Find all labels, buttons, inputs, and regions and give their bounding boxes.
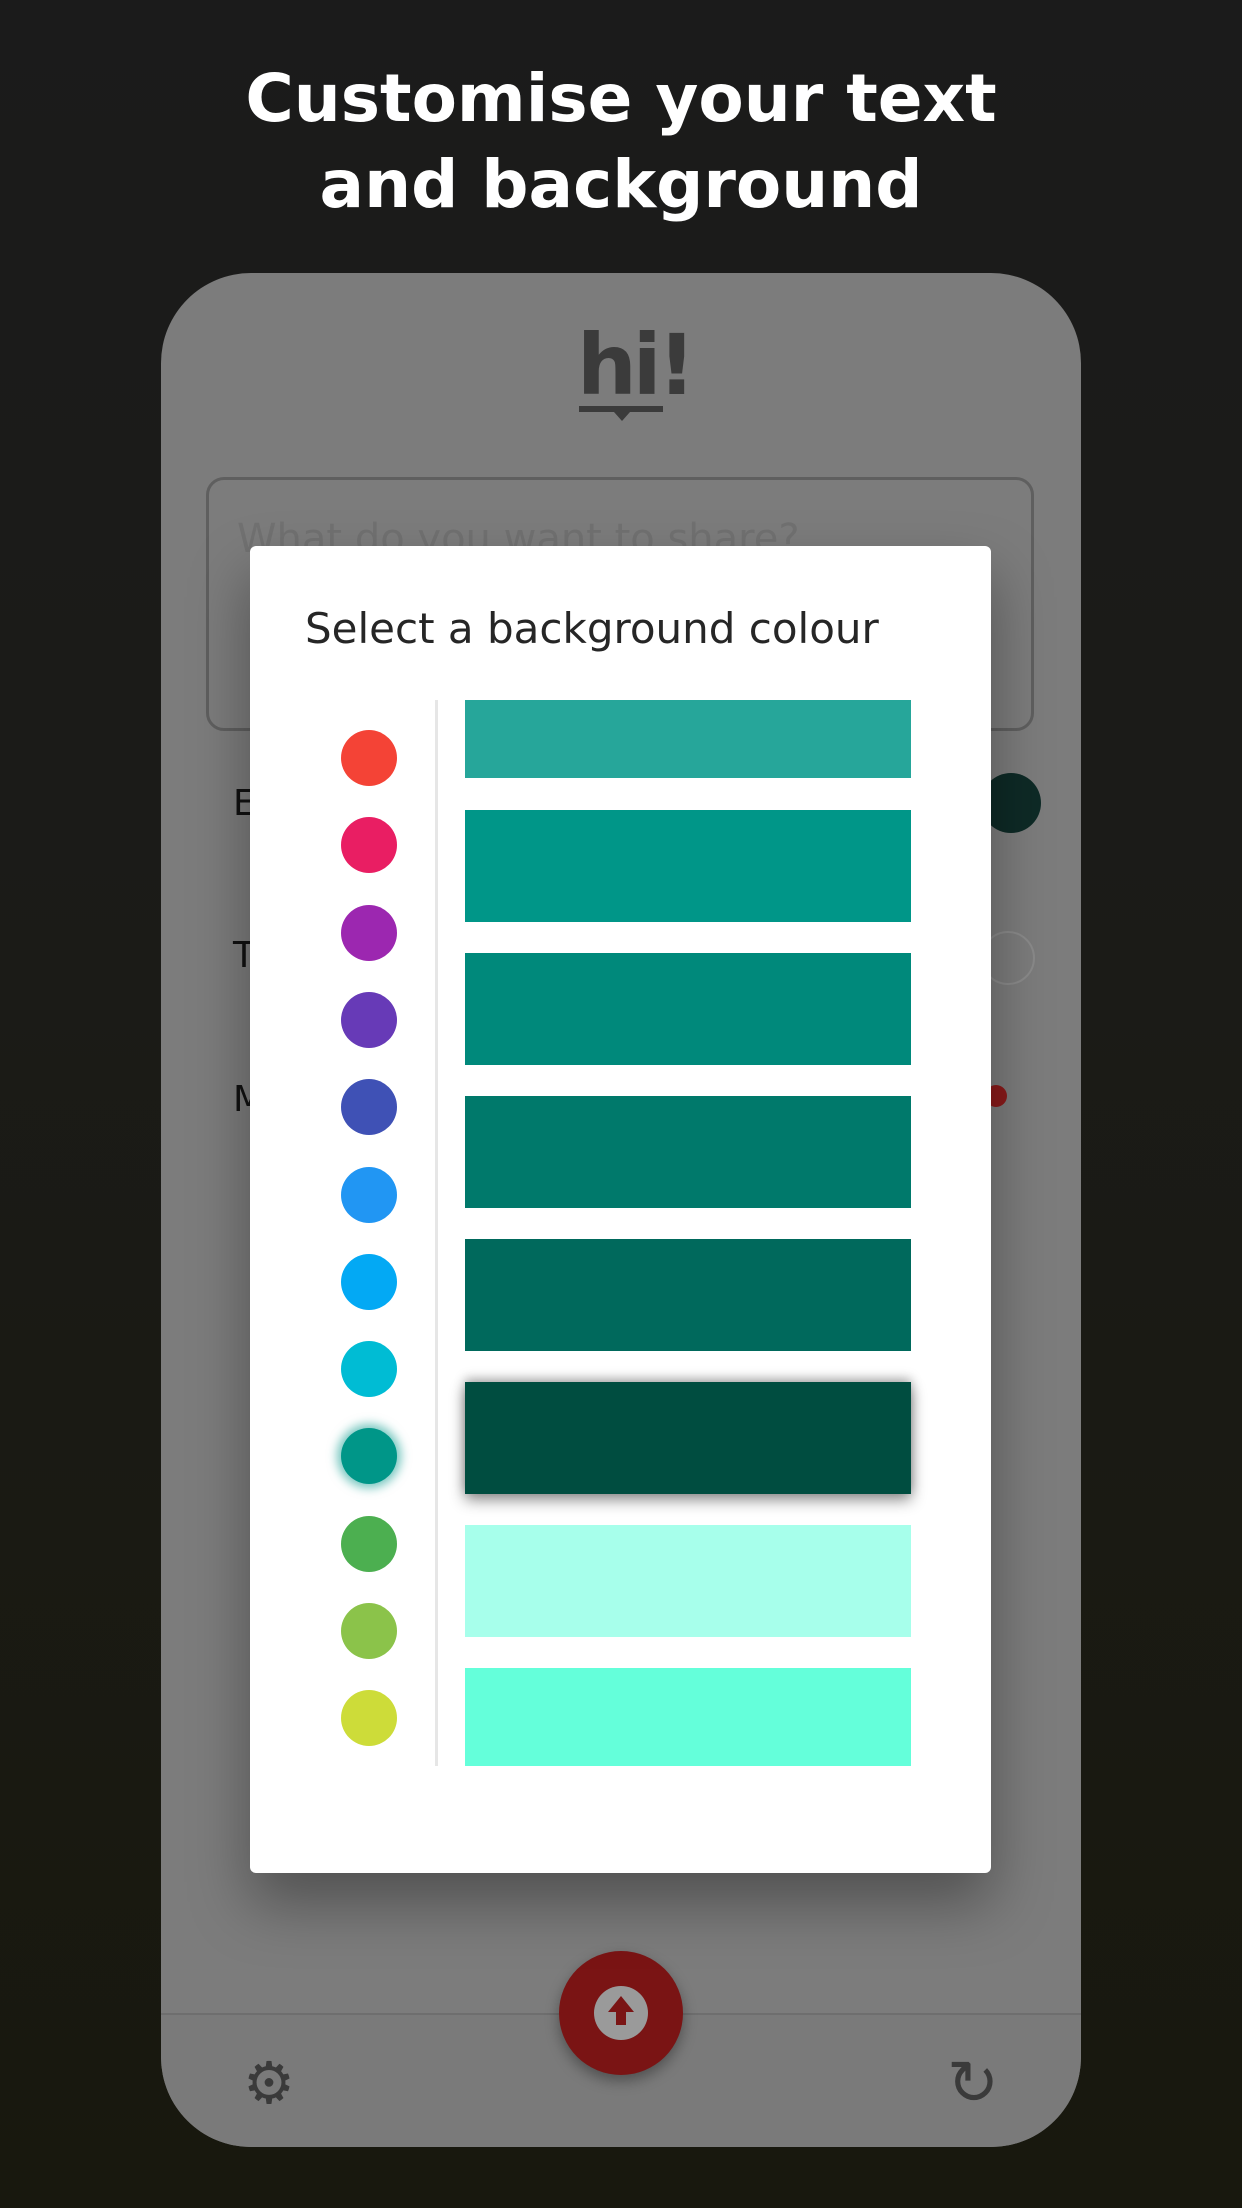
- colour-swatch-lime[interactable]: [341, 1690, 397, 1746]
- gear-icon[interactable]: ⚙: [241, 2054, 297, 2112]
- swatch-area: [250, 700, 991, 1766]
- upload-button[interactable]: [559, 1951, 683, 2075]
- colour-swatch-red[interactable]: [341, 730, 397, 786]
- colour-swatch-purple[interactable]: [341, 905, 397, 961]
- headline-line-2: and background: [319, 146, 923, 223]
- shade-swatch-3[interactable]: [465, 953, 911, 1065]
- colour-picker-dialog: Select a background colour: [250, 546, 991, 1873]
- colour-swatch-deep-purple[interactable]: [341, 992, 397, 1048]
- colour-swatch-cyan[interactable]: [341, 1341, 397, 1397]
- promo-headline: Customise your text and background: [0, 56, 1242, 228]
- colour-swatch-indigo[interactable]: [341, 1079, 397, 1135]
- colour-swatch-blue[interactable]: [341, 1167, 397, 1223]
- colour-swatch-light-blue[interactable]: [341, 1254, 397, 1310]
- dialog-title: Select a background colour: [305, 604, 879, 653]
- refresh-icon[interactable]: ↻: [941, 2051, 1005, 2115]
- shade-swatch-6[interactable]: [465, 1382, 911, 1494]
- upload-arrow-icon: [594, 1986, 648, 2040]
- colour-swatch-light-green[interactable]: [341, 1603, 397, 1659]
- shade-swatch-7[interactable]: [465, 1525, 911, 1637]
- shade-swatch-4[interactable]: [465, 1096, 911, 1208]
- app-logo: hi!: [577, 316, 696, 414]
- logo-speech-tip: [614, 412, 630, 421]
- headline-line-1: Customise your text: [245, 60, 997, 137]
- swatch-divider: [435, 700, 438, 1766]
- colour-swatch-teal[interactable]: [341, 1428, 397, 1484]
- shade-swatch-2[interactable]: [465, 810, 911, 922]
- shade-swatch-8[interactable]: [465, 1668, 911, 1766]
- colour-swatch-pink[interactable]: [341, 817, 397, 873]
- shade-swatch-1[interactable]: [465, 700, 911, 778]
- shade-swatch-5[interactable]: [465, 1239, 911, 1351]
- colour-swatch-green[interactable]: [341, 1516, 397, 1572]
